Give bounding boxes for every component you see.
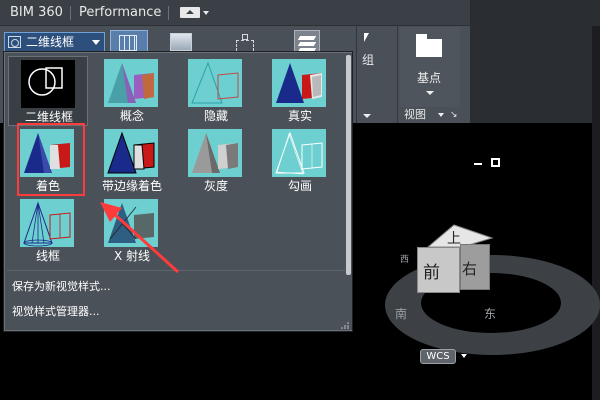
realistic-icon bbox=[272, 59, 326, 107]
box-icon[interactable] bbox=[170, 33, 192, 51]
group-button-label[interactable]: 组 bbox=[362, 51, 374, 68]
view-panel-label: 视图 bbox=[404, 108, 426, 121]
wireframe-icon bbox=[20, 199, 74, 247]
wireframe-2d-icon bbox=[8, 36, 21, 48]
chevron-down-icon[interactable] bbox=[461, 354, 467, 358]
compass-west[interactable]: 西 bbox=[400, 252, 409, 265]
save-as-new-visual-style-item[interactable]: 保存为新视觉样式... bbox=[12, 278, 111, 294]
gallery-item-label: 真实 bbox=[287, 109, 312, 123]
shades-of-gray-icon bbox=[188, 129, 242, 177]
gallery-item-label: 线框 bbox=[35, 249, 60, 263]
tab-performance[interactable]: Performance bbox=[79, 0, 161, 26]
gallery-item-realistic[interactable]: 真实 bbox=[260, 56, 340, 126]
gallery-item-hidden[interactable]: 隐藏 bbox=[176, 56, 256, 126]
gallery-item-label: X 射线 bbox=[113, 249, 151, 263]
ribbon-group-divider bbox=[397, 26, 398, 123]
layer-line bbox=[297, 36, 317, 40]
gallery-item-label: 概念 bbox=[119, 109, 144, 123]
realistic-graphic bbox=[276, 63, 322, 103]
layer-line bbox=[297, 42, 317, 46]
visual-style-value: 二维线框 bbox=[26, 35, 75, 49]
visual-style-combo[interactable]: 二维线框 bbox=[4, 32, 105, 52]
shaded-edges-graphic bbox=[107, 131, 155, 174]
conceptual-graphic bbox=[108, 63, 154, 103]
gallery-item-xray[interactable]: X 射线 bbox=[92, 196, 172, 266]
chevron-down-icon bbox=[426, 91, 434, 95]
shaded-edges-icon bbox=[104, 129, 158, 177]
sketchy-icon bbox=[272, 129, 326, 177]
view-panel-title[interactable]: 视图 ↘ bbox=[400, 107, 460, 123]
gallery-item-shaded-with-edges[interactable]: 带边缘着色 bbox=[92, 126, 172, 196]
xray-icon bbox=[104, 199, 158, 247]
scrollbar-thumb[interactable] bbox=[346, 55, 351, 275]
chevron-down-icon[interactable] bbox=[363, 114, 371, 118]
sketchy-graphic bbox=[275, 131, 323, 175]
gallery-item-2d-wireframe[interactable]: 二维线框 bbox=[8, 56, 88, 126]
hidden-graphic bbox=[191, 61, 239, 104]
wireframe-2d-icon bbox=[21, 60, 75, 108]
window-edge bbox=[592, 26, 600, 400]
minimize-icon[interactable] bbox=[474, 163, 482, 165]
grid-icon bbox=[119, 35, 137, 51]
tab-bim360[interactable]: BIM 360 bbox=[10, 0, 63, 26]
gallery-item-label: 灰度 bbox=[203, 179, 228, 193]
gray-graphic bbox=[192, 133, 238, 173]
ribbon-background-right bbox=[470, 0, 600, 123]
gallery-item-shades-of-gray[interactable]: 灰度 bbox=[176, 126, 256, 196]
dialog-launcher-icon[interactable]: ↘ bbox=[450, 107, 458, 123]
viewcube-front-label: 前 bbox=[423, 263, 440, 283]
hidden-icon bbox=[188, 59, 242, 107]
menu-separator bbox=[70, 6, 71, 20]
base-point-label: 基点 bbox=[417, 71, 442, 85]
viewcube-right-label: 右 bbox=[462, 260, 478, 278]
base-point-button[interactable]: 基点 bbox=[400, 27, 460, 111]
panel-divider bbox=[7, 270, 345, 271]
conceptual-icon bbox=[104, 59, 158, 107]
xray-graphic bbox=[107, 203, 154, 243]
menu-separator bbox=[168, 6, 169, 20]
chevron-down-icon bbox=[438, 113, 444, 117]
chevron-down-icon bbox=[92, 40, 100, 45]
highlight-box bbox=[17, 123, 85, 196]
compass-east[interactable]: 东 bbox=[484, 305, 496, 322]
folder-icon bbox=[416, 34, 442, 57]
gallery-item-wireframe[interactable]: 线框 bbox=[8, 196, 88, 266]
viewcube-top-label: 上 bbox=[447, 231, 461, 247]
restore-icon[interactable] bbox=[491, 158, 500, 167]
gallery-item-sketchy[interactable]: 勾画 bbox=[260, 126, 340, 196]
autocad-window: BIM 360 Performance 二维线框 组 基点 视图 ↘ 南 东 西… bbox=[0, 0, 600, 400]
arrow-cursor-shape bbox=[364, 33, 369, 42]
wcs-menu-button[interactable]: WCS bbox=[420, 349, 456, 364]
ribbon-group-divider bbox=[356, 26, 357, 123]
resize-grip-icon[interactable] bbox=[341, 321, 349, 329]
visual-styles-manager-item[interactable]: 视觉样式管理器... bbox=[12, 303, 100, 319]
panel-icon bbox=[180, 7, 200, 18]
wireframe-2d-graphic bbox=[28, 67, 63, 96]
select-cursor-icon[interactable] bbox=[362, 33, 376, 47]
chevron-down-icon bbox=[203, 11, 209, 15]
wireframe-graphic bbox=[23, 201, 71, 247]
gallery-item-label: 隐藏 bbox=[203, 109, 228, 123]
gallery-item-label: 勾画 bbox=[287, 179, 312, 193]
gallery-item-conceptual[interactable]: 概念 bbox=[92, 56, 172, 126]
workspace-dropdown-icon[interactable] bbox=[180, 5, 210, 21]
gallery-item-label: 带边缘着色 bbox=[101, 179, 162, 193]
compass-south[interactable]: 南 bbox=[395, 305, 407, 322]
